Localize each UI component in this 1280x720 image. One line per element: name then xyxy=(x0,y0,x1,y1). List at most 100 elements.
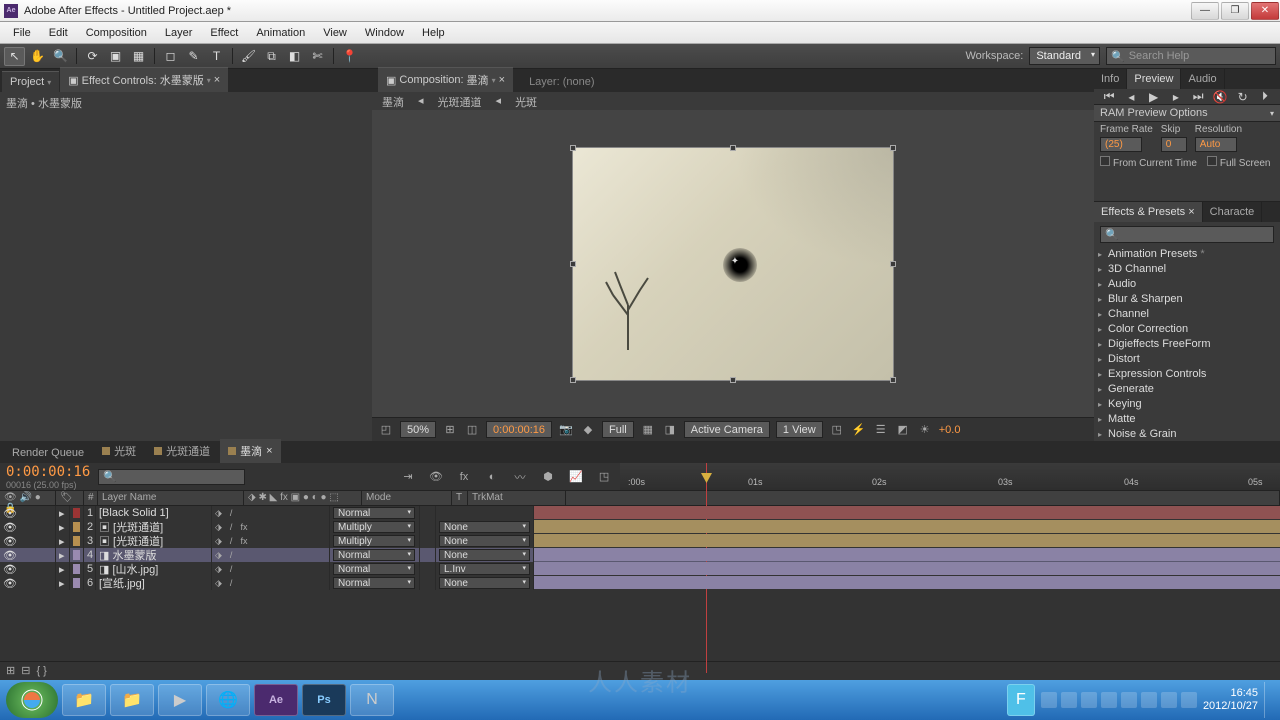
reset-exposure-icon[interactable]: ☀ xyxy=(917,422,933,438)
taskbar-ae[interactable]: Ae xyxy=(254,684,298,716)
workspace-dropdown[interactable]: Standard xyxy=(1029,47,1100,65)
layer-row[interactable]: 👁▸1[Black Solid 1]⬗/Normal xyxy=(0,506,1280,520)
fx-category[interactable]: Distort xyxy=(1094,352,1280,367)
current-time[interactable]: 0:00:00:16 xyxy=(486,421,552,438)
tl-shy-icon[interactable]: 👁 xyxy=(426,468,446,486)
snapshot-icon[interactable]: 📷 xyxy=(558,422,574,438)
timeline-tab[interactable]: 光斑 xyxy=(94,439,144,463)
skip-input[interactable]: 0 xyxy=(1161,137,1187,152)
rect-tool[interactable]: ◻ xyxy=(160,47,181,66)
views-dropdown[interactable]: 1 View xyxy=(776,421,823,438)
timeline-timecode[interactable]: 0:00:00:16 xyxy=(6,464,90,480)
transparency-icon[interactable]: ▦ xyxy=(640,422,656,438)
menu-layer[interactable]: Layer xyxy=(156,24,202,42)
channel-icon[interactable]: ◆ xyxy=(580,422,596,438)
timeline-icon[interactable]: ☰ xyxy=(873,422,889,438)
timeline-tab-active[interactable]: 墨滴 × xyxy=(220,439,280,463)
fx-category[interactable]: Noise & Grain xyxy=(1094,427,1280,442)
from-current-checkbox[interactable]: From Current Time xyxy=(1100,156,1197,169)
character-tab[interactable]: Characte xyxy=(1203,202,1263,222)
effects-search[interactable]: 🔍 xyxy=(1100,226,1274,243)
layer-row[interactable]: 👁▸5◨ [山水.jpg]⬗/NormalL.Inv xyxy=(0,562,1280,576)
framerate-input[interactable]: (25) xyxy=(1100,137,1142,152)
tl-fx-icon[interactable]: fx xyxy=(454,468,474,486)
composition-viewer[interactable]: ✦ xyxy=(372,110,1094,417)
toggle-switches-icon[interactable]: ⊞ xyxy=(6,664,15,677)
pixel-aspect-icon[interactable]: ◳ xyxy=(829,422,845,438)
tl-brainstorm-icon[interactable]: ⬢ xyxy=(538,468,558,486)
mute-button[interactable]: 🔇 xyxy=(1211,90,1229,104)
mask-icon[interactable]: ◫ xyxy=(464,422,480,438)
close-button[interactable]: ✕ xyxy=(1251,2,1279,20)
fx-category[interactable]: Matte xyxy=(1094,412,1280,427)
timeline-search[interactable]: 🔍 xyxy=(98,469,245,485)
tl-expand-icon[interactable]: ⇥ xyxy=(398,468,418,486)
audio-tab[interactable]: Audio xyxy=(1181,69,1224,89)
taskbar-app[interactable]: N xyxy=(350,684,394,716)
project-tab[interactable]: Project▾ xyxy=(2,71,59,92)
loop-button[interactable]: ↻ xyxy=(1234,90,1252,104)
ram-preview-button[interactable]: ⏵ xyxy=(1256,89,1274,104)
resolution-dropdown[interactable]: Full xyxy=(602,421,634,438)
fx-category[interactable]: Blur & Sharpen xyxy=(1094,292,1280,307)
region-icon[interactable]: ◰ xyxy=(378,422,394,438)
menu-effect[interactable]: Effect xyxy=(201,24,247,42)
maximize-button[interactable]: ❐ xyxy=(1221,2,1249,20)
layer-row[interactable]: 👁▸2▣ [光斑通道]⬗/fxMultiplyNone xyxy=(0,520,1280,534)
fx-category[interactable]: Animation Presets xyxy=(1094,247,1280,262)
start-button[interactable] xyxy=(6,682,58,718)
puppet-tool[interactable]: 📍 xyxy=(339,47,360,66)
menu-animation[interactable]: Animation xyxy=(247,24,314,42)
fx-category[interactable]: Expression Controls xyxy=(1094,367,1280,382)
tl-graph-icon[interactable]: 📈 xyxy=(566,468,586,486)
tl-motion-blur-icon[interactable]: 〰 xyxy=(510,468,530,486)
flowchart-icon[interactable]: ◩ xyxy=(895,422,911,438)
layer-tab[interactable]: Layer: (none) xyxy=(521,72,602,92)
fast-preview-icon[interactable]: ⚡ xyxy=(851,422,867,438)
camera-tool[interactable]: ▣ xyxy=(105,47,126,66)
first-frame-button[interactable]: ⏮ xyxy=(1100,89,1118,104)
effects-presets-tab[interactable]: Effects & Presets × xyxy=(1094,202,1203,222)
taskbar-ps[interactable]: Ps xyxy=(302,684,346,716)
taskbar-app[interactable]: 📁 xyxy=(62,684,106,716)
taskbar-app[interactable]: 📁 xyxy=(110,684,154,716)
minimize-button[interactable]: — xyxy=(1191,2,1219,20)
clone-tool[interactable]: ⧉ xyxy=(261,47,282,66)
zoom-dropdown[interactable]: 50% xyxy=(400,421,436,438)
timeline-tab[interactable]: 光斑通道 xyxy=(146,439,218,463)
fx-category[interactable]: Color Correction xyxy=(1094,322,1280,337)
toggle-modes-icon[interactable]: ⊟ xyxy=(21,664,30,677)
menu-file[interactable]: File xyxy=(4,24,40,42)
pan-behind-tool[interactable]: ▦ xyxy=(128,47,149,66)
effect-controls-tab[interactable]: ▣ Effect Controls: 水墨蒙版 ▾ × xyxy=(60,67,228,92)
play-button[interactable]: ▶ xyxy=(1145,90,1163,104)
menu-view[interactable]: View xyxy=(314,24,356,42)
system-tray[interactable] xyxy=(1041,692,1197,708)
menu-edit[interactable]: Edit xyxy=(40,24,77,42)
render-queue-tab[interactable]: Render Queue xyxy=(4,443,92,463)
grid-icon[interactable]: ⊞ xyxy=(442,422,458,438)
roto-tool[interactable]: ✄ xyxy=(307,47,328,66)
fx-category[interactable]: Keying xyxy=(1094,397,1280,412)
hand-tool[interactable]: ✋ xyxy=(27,47,48,66)
tl-frame-blend-icon[interactable]: ◐ xyxy=(482,468,502,486)
taskbar-app[interactable]: ▶ xyxy=(158,684,202,716)
next-frame-button[interactable]: ▸ xyxy=(1167,90,1185,104)
layer-row[interactable]: 👁▸6[宣纸.jpg]⬗/NormalNone xyxy=(0,576,1280,590)
text-tool[interactable]: T xyxy=(206,47,227,66)
taskbar-app[interactable]: 🌐 xyxy=(206,684,250,716)
brackets-icon[interactable]: { } xyxy=(36,665,46,677)
menu-composition[interactable]: Composition xyxy=(77,24,156,42)
layer-row[interactable]: 👁▸4◨ 水墨蒙版⬗/NormalNone xyxy=(0,548,1280,562)
eraser-tool[interactable]: ◧ xyxy=(284,47,305,66)
fx-category[interactable]: Generate xyxy=(1094,382,1280,397)
brush-tool[interactable]: 🖌 xyxy=(238,47,259,66)
system-clock[interactable]: 16:45 2012/10/27 xyxy=(1203,687,1258,713)
prev-frame-button[interactable]: ◂ xyxy=(1122,90,1140,104)
tl-draft3d-icon[interactable]: ◳ xyxy=(594,468,614,486)
ram-options-header[interactable]: RAM Preview Options▾ xyxy=(1094,105,1280,122)
info-tab[interactable]: Info xyxy=(1094,69,1127,89)
taskbar-tray-app[interactable]: F xyxy=(1007,684,1035,716)
show-desktop-button[interactable] xyxy=(1264,682,1274,718)
full-screen-checkbox[interactable]: Full Screen xyxy=(1207,156,1271,169)
